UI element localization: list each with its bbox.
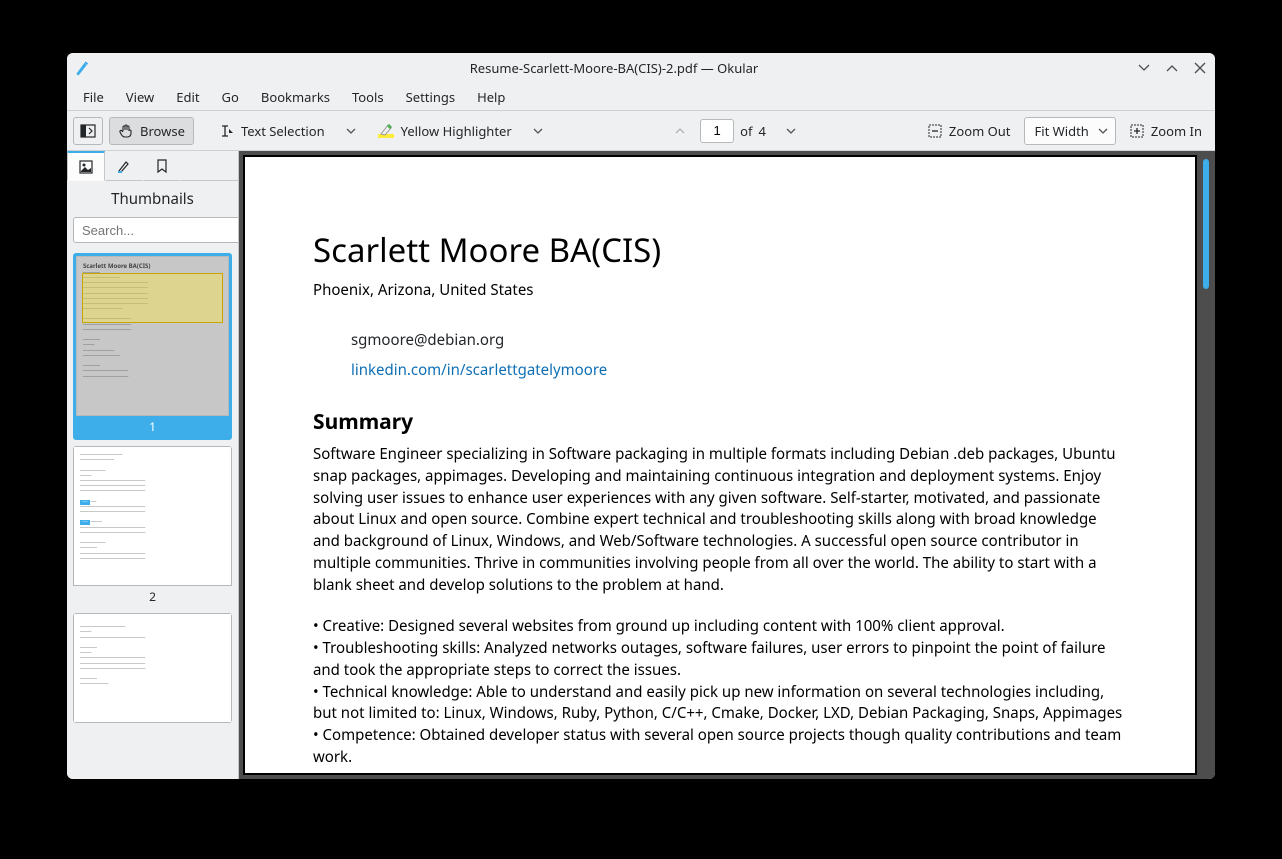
thumbnail-1[interactable]: Scarlett Moore BA(CIS) ─────────────────… (73, 253, 232, 440)
page-of-label: of (740, 122, 752, 140)
app-icon (73, 58, 93, 78)
summary-body: Software Engineer specializing in Softwa… (313, 444, 1127, 596)
thumbnail-1-label: 1 (76, 416, 229, 437)
summary-heading: Summary (313, 408, 1127, 436)
resume-email: sgmoore@debian.org (351, 330, 1127, 350)
document-content: Scarlett Moore BA(CIS) Phoenix, Arizona,… (313, 227, 1127, 769)
resume-linkedin[interactable]: linkedin.com/in/scarlettgatelymoore (351, 360, 1127, 380)
page-total: 4 (759, 122, 771, 140)
zoom-mode-select[interactable]: Fit Width (1024, 117, 1116, 145)
menu-view[interactable]: View (116, 84, 164, 110)
resume-name: Scarlett Moore BA(CIS) (313, 227, 1127, 272)
document-area: Scarlett Moore BA(CIS) Phoenix, Arizona,… (239, 151, 1215, 779)
menu-go[interactable]: Go (212, 84, 249, 110)
side-panel: Thumbnails Scarlett Moore BA(CIS) ──────… (67, 151, 239, 779)
text-selection-button[interactable]: Text Selection (212, 117, 332, 145)
chevron-down-icon (784, 124, 798, 138)
side-panel-tabs (67, 151, 238, 181)
browse-label: Browse (140, 122, 185, 140)
scrollbar-thumb[interactable] (1203, 159, 1209, 289)
menu-edit[interactable]: Edit (166, 84, 209, 110)
chevron-down-icon (345, 125, 357, 137)
text-selection-icon (219, 123, 235, 139)
window-minimize-button[interactable] (1135, 59, 1153, 77)
document-scrollbar[interactable] (1201, 159, 1211, 771)
highlighter-icon (377, 122, 395, 140)
thumbnails-icon (78, 159, 94, 175)
chevron-down-icon (532, 125, 544, 137)
thumbnail-2[interactable]: ─────────────────────────── ────────────… (73, 446, 232, 607)
main-area: Thumbnails Scarlett Moore BA(CIS) ──────… (67, 151, 1215, 779)
document-viewport[interactable]: Scarlett Moore BA(CIS) Phoenix, Arizona,… (243, 155, 1197, 775)
browse-button[interactable]: Browse (109, 117, 194, 145)
title-bar: Resume-Scarlett-Moore-BA(CIS)-2.pdf — Ok… (67, 53, 1215, 83)
zoom-in-label: Zoom In (1151, 122, 1202, 140)
highlighter-dropdown[interactable] (525, 117, 551, 145)
page-navigation: of 4 (666, 117, 804, 145)
chevron-up-icon (673, 124, 687, 138)
zoom-in-button[interactable]: Zoom In (1122, 117, 1209, 145)
text-selection-label: Text Selection (241, 122, 325, 140)
highlighter-label: Yellow Highlighter (401, 122, 512, 140)
zoom-out-button[interactable]: Zoom Out (920, 117, 1018, 145)
chevron-down-icon (1097, 125, 1109, 137)
hand-icon (118, 123, 134, 139)
menu-bookmarks[interactable]: Bookmarks (251, 84, 340, 110)
resume-location: Phoenix, Arizona, United States (313, 280, 1127, 300)
prev-page-button[interactable] (666, 117, 694, 145)
zoom-in-icon (1129, 123, 1145, 139)
zoom-mode-value: Fit Width (1035, 122, 1089, 140)
highlighter-button[interactable]: Yellow Highlighter (370, 117, 519, 145)
tab-thumbnails[interactable] (67, 151, 105, 181)
tab-bookmarks[interactable] (143, 151, 181, 181)
zoom-out-label: Zoom Out (949, 122, 1011, 140)
menu-bar: File View Edit Go Bookmarks Tools Settin… (67, 83, 1215, 111)
zoom-out-icon (927, 123, 943, 139)
thumbnails-list[interactable]: Scarlett Moore BA(CIS) ─────────────────… (67, 249, 238, 779)
bookmark-icon (154, 158, 170, 174)
toggle-sidebar-button[interactable] (73, 117, 103, 145)
zoom-controls: Zoom Out Fit Width Zoom In (920, 117, 1209, 145)
window-close-button[interactable] (1191, 59, 1209, 77)
bullet-troubleshooting: • Troubleshooting skills: Analyzed netwo… (313, 638, 1127, 682)
text-selection-dropdown[interactable] (338, 117, 364, 145)
next-page-button[interactable] (777, 117, 805, 145)
bullet-competence: • Competence: Obtained developer status … (313, 725, 1127, 769)
window-maximize-button[interactable] (1163, 59, 1181, 77)
toolbar: Browse Text Selection Yellow Highlighter… (67, 111, 1215, 151)
side-panel-heading: Thumbnails (67, 181, 238, 217)
menu-file[interactable]: File (73, 84, 114, 110)
app-window: Resume-Scarlett-Moore-BA(CIS)-2.pdf — Ok… (67, 53, 1215, 779)
thumbnail-2-label: 2 (73, 586, 232, 607)
menu-help[interactable]: Help (467, 84, 515, 110)
annotations-icon (116, 158, 132, 174)
page-input[interactable] (700, 119, 734, 143)
tab-annotations[interactable] (105, 151, 143, 181)
menu-settings[interactable]: Settings (396, 84, 465, 110)
thumbnail-3[interactable]: ────────────────────────────────────────… (73, 613, 232, 723)
menu-tools[interactable]: Tools (342, 84, 394, 110)
bullet-technical: • Technical knowledge: Able to understan… (313, 682, 1127, 726)
bullet-creative: • Creative: Designed several websites fr… (313, 616, 1127, 638)
thumbnail-search-input[interactable] (73, 217, 239, 243)
window-title: Resume-Scarlett-Moore-BA(CIS)-2.pdf — Ok… (93, 59, 1135, 77)
